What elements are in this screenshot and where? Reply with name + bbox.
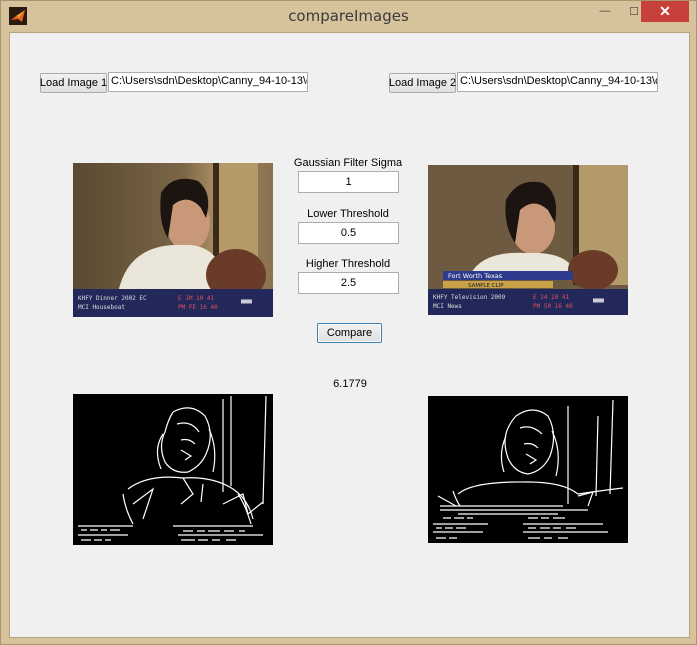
svg-text:KHFY Television 2009: KHFY Television 2009 xyxy=(433,294,506,301)
image-2-edges xyxy=(428,396,628,543)
svg-text:KHFY Dinner 2002 EC: KHFY Dinner 2002 EC xyxy=(78,295,147,302)
higher-threshold-input[interactable]: 2.5 xyxy=(298,272,399,294)
svg-text:▦▦▦: ▦▦▦ xyxy=(241,298,252,305)
minimize-icon: — xyxy=(599,5,611,17)
svg-text:E JM 10 41: E JM 10 41 xyxy=(178,295,215,302)
svg-text:Fort Worth Texas: Fort Worth Texas xyxy=(448,272,503,280)
title-bar[interactable]: compareImages — ☐ ✕ xyxy=(1,1,696,31)
sigma-input[interactable]: 1 xyxy=(298,171,399,193)
svg-text:MCI Houseboat: MCI Houseboat xyxy=(78,304,125,311)
lower-threshold-label: Lower Threshold xyxy=(307,208,389,220)
load-image-1-button[interactable]: Load Image 1 xyxy=(40,73,107,93)
close-icon: ✕ xyxy=(659,3,671,19)
comparison-result: 6.1779 xyxy=(333,378,367,390)
load-image-2-button[interactable]: Load Image 2 xyxy=(389,73,456,93)
image-1-edges xyxy=(73,394,273,545)
svg-text:▦▦▦: ▦▦▦ xyxy=(593,297,604,304)
image-1-original: KHFY Dinner 2002 EC MCI Houseboat E JM 1… xyxy=(73,163,273,317)
svg-text:PM 50 16 40: PM 50 16 40 xyxy=(533,303,573,310)
higher-threshold-label: Higher Threshold xyxy=(305,258,391,270)
svg-text:SAMPLE CLIP: SAMPLE CLIP xyxy=(468,283,504,289)
image-2-path-field[interactable]: C:\Users\sdn\Desktop\Canny_94-10-13\c xyxy=(457,72,658,92)
maximize-icon: ☐ xyxy=(629,5,639,18)
svg-text:MCI News: MCI News xyxy=(433,303,462,310)
close-button[interactable]: ✕ xyxy=(641,1,689,22)
svg-text:E 24 10 41: E 24 10 41 xyxy=(533,294,570,301)
image-1-path-field[interactable]: C:\Users\sdn\Desktop\Canny_94-10-13\c xyxy=(108,72,308,92)
compare-button[interactable]: Compare xyxy=(317,323,382,343)
figure-panel: Load Image 1 C:\Users\sdn\Desktop\Canny_… xyxy=(9,32,690,638)
minimize-button[interactable]: — xyxy=(591,1,619,21)
svg-text:PM FE 16 40: PM FE 16 40 xyxy=(178,304,218,311)
image-2-original: Fort Worth Texas SAMPLE CLIP KHFY Televi… xyxy=(428,165,628,315)
sigma-label: Gaussian Filter Sigma xyxy=(293,157,403,169)
app-window: compareImages — ☐ ✕ Load Image 1 C:\User… xyxy=(0,0,697,645)
lower-threshold-input[interactable]: 0.5 xyxy=(298,222,399,244)
